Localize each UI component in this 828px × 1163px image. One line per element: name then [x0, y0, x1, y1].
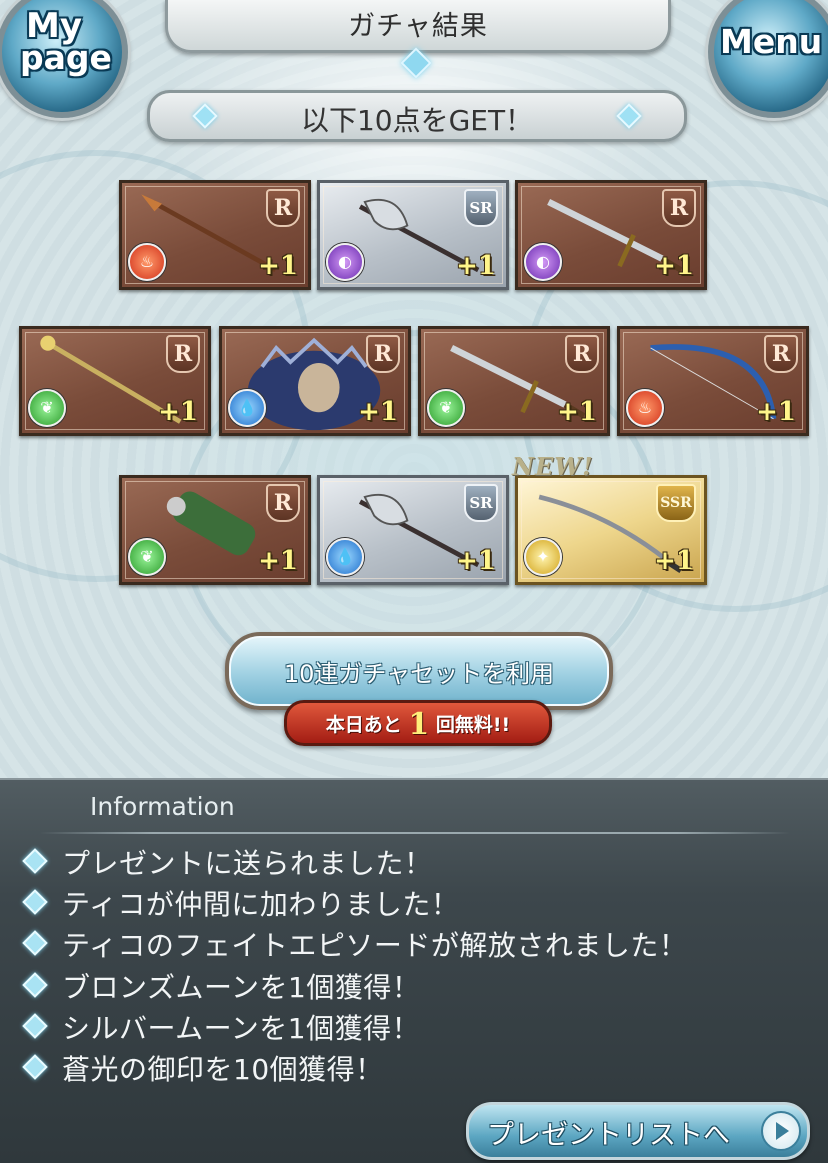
- water-element-icon: 💧: [326, 538, 364, 576]
- item-count: +1: [557, 397, 597, 427]
- fire-element-icon: ♨: [128, 243, 166, 281]
- item-count: +1: [756, 397, 796, 427]
- arrow-right-icon: [761, 1111, 801, 1151]
- rarity-badge: R: [565, 335, 599, 373]
- new-tag: NEW!: [512, 452, 594, 481]
- present-list-button[interactable]: プレゼントリストへ: [466, 1102, 810, 1160]
- free-draw-text: 本日あと 1 回無料!!: [287, 707, 549, 742]
- divider: [40, 832, 790, 834]
- rarity-badge: R: [366, 335, 400, 373]
- wind-element-icon: ❦: [427, 389, 465, 427]
- item-count: +1: [358, 397, 398, 427]
- info-item-text: プレゼントに送られました！: [62, 847, 433, 880]
- result-card[interactable]: R 💧 +1: [219, 326, 411, 436]
- fire-element-icon: ♨: [626, 389, 664, 427]
- result-card[interactable]: R ♨ +1: [119, 180, 311, 290]
- page-title: ガチャ結果: [348, 11, 488, 42]
- result-card[interactable]: R ❦ +1: [119, 475, 311, 585]
- info-item-text: ブロンズムーンを1個獲得！: [62, 971, 421, 1004]
- free-draw-prefix: 本日あと: [325, 714, 402, 736]
- gem-bullet-icon: [22, 889, 48, 915]
- item-count: +1: [258, 546, 298, 576]
- item-count: +1: [456, 251, 496, 281]
- rarity-badge: SSR: [656, 484, 696, 522]
- info-item-text: シルバームーンを1個獲得！: [62, 1012, 421, 1045]
- free-draw-count: 1: [408, 707, 430, 742]
- rarity-badge: R: [266, 189, 300, 227]
- gacha-ticket-label: 10連ガチャセットを利用: [283, 660, 555, 688]
- gem-bullet-icon: [22, 930, 48, 956]
- menu-label: Menu: [720, 22, 823, 61]
- information-title: Information: [90, 792, 235, 821]
- gem-bullet-icon: [22, 1013, 48, 1039]
- result-banner: 以下10点をGET！: [147, 90, 687, 142]
- gem-bullet-icon: [22, 972, 48, 998]
- result-card[interactable]: SSR ✦ +1: [515, 475, 707, 585]
- rarity-badge: R: [266, 484, 300, 522]
- dark-element-icon: ◐: [524, 243, 562, 281]
- info-item-text: ティコが仲間に加わりました！: [62, 888, 460, 921]
- header-bar: ガチャ結果: [165, 0, 671, 53]
- wind-element-icon: ❦: [28, 389, 66, 427]
- item-count: +1: [654, 546, 694, 576]
- rarity-badge: R: [662, 189, 696, 227]
- gem-bullet-icon: [22, 1054, 48, 1080]
- item-count: +1: [158, 397, 198, 427]
- gem-bullet-icon: [22, 848, 48, 874]
- mypage-label-line2: page: [20, 38, 112, 77]
- info-item-text: 蒼光の御印を10個獲得！: [62, 1053, 384, 1086]
- result-card[interactable]: R ❦ +1: [418, 326, 610, 436]
- item-count: +1: [654, 251, 694, 281]
- result-card[interactable]: R ❦ +1: [19, 326, 211, 436]
- rarity-badge: SR: [464, 189, 498, 227]
- rarity-badge: R: [764, 335, 798, 373]
- result-card[interactable]: R ♨ +1: [617, 326, 809, 436]
- info-item-text: ティコのフェイトエピソードが解放されました！: [62, 929, 688, 962]
- water-element-icon: 💧: [228, 389, 266, 427]
- wind-element-icon: ❦: [128, 538, 166, 576]
- rarity-badge: SR: [464, 484, 498, 522]
- result-banner-text: 以下10点をGET！: [300, 104, 534, 137]
- rarity-badge: R: [166, 335, 200, 373]
- free-draw-badge: 本日あと 1 回無料!!: [284, 700, 552, 746]
- item-count: +1: [456, 546, 496, 576]
- light-element-icon: ✦: [524, 538, 562, 576]
- result-card[interactable]: SR 💧 +1: [317, 475, 509, 585]
- gacha-ticket-button[interactable]: 10連ガチャセットを利用: [225, 632, 613, 710]
- present-list-label: プレゼントリストへ: [487, 1120, 730, 1151]
- dark-element-icon: ◐: [326, 243, 364, 281]
- result-card[interactable]: SR ◐ +1: [317, 180, 509, 290]
- item-count: +1: [258, 251, 298, 281]
- result-card[interactable]: R ◐ +1: [515, 180, 707, 290]
- free-draw-suffix: 回無料!!: [435, 714, 511, 736]
